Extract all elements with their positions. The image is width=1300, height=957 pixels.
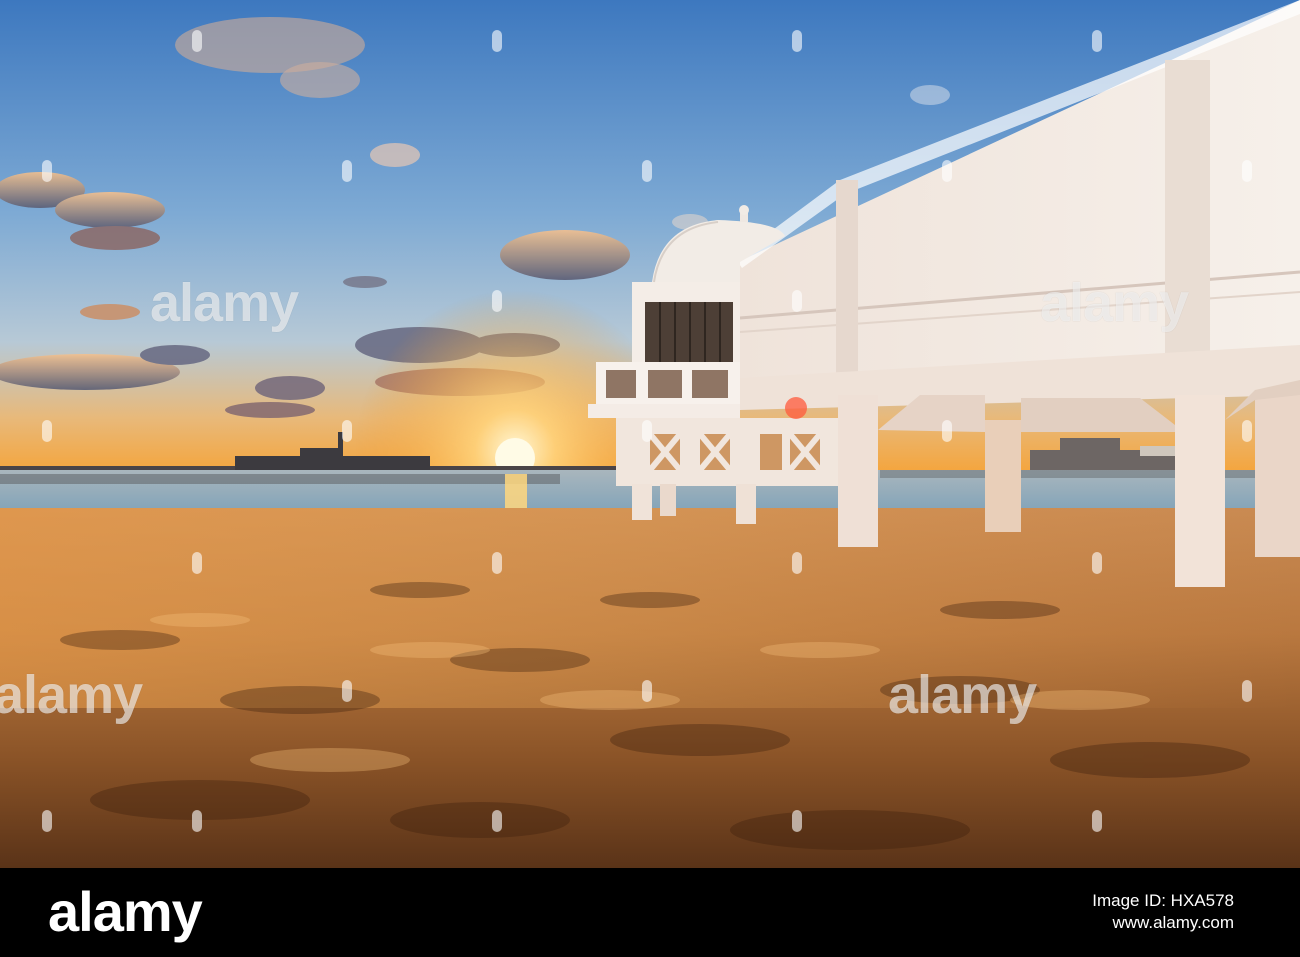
- watermark-mark: [642, 420, 652, 442]
- watermark-mark: [1092, 552, 1102, 574]
- watermark-mark: [342, 420, 352, 442]
- watermark-mark: [642, 680, 652, 702]
- watermark-mark: [642, 160, 652, 182]
- watermark-mark: [42, 810, 52, 832]
- watermark-mark: [1242, 420, 1252, 442]
- watermark-mark: [792, 30, 802, 52]
- watermark-mark: [792, 290, 802, 312]
- image-id: Image ID: HXA578: [1092, 891, 1234, 910]
- watermark-mark: [492, 552, 502, 574]
- watermark-mark: [342, 680, 352, 702]
- watermark-mark: [342, 160, 352, 182]
- watermark-mark: [42, 160, 52, 182]
- watermark-right: alamy: [1040, 273, 1189, 333]
- alamy-logo[interactable]: alamy: [48, 884, 203, 940]
- watermark-mark: [792, 552, 802, 574]
- watermark-mark: [192, 552, 202, 574]
- site-link[interactable]: www.alamy.com: [1092, 912, 1234, 934]
- watermark-mark: [192, 810, 202, 832]
- watermark-bottom-right: alamy: [888, 665, 1037, 725]
- footer-bar: alamy Image ID: HXA578 www.alamy.com: [0, 868, 1300, 957]
- watermark-mark: [192, 30, 202, 52]
- watermark-mark: [942, 160, 952, 182]
- image-meta: Image ID: HXA578 www.alamy.com: [1092, 890, 1234, 934]
- watermark-mark: [1242, 160, 1252, 182]
- watermark-mark: [1242, 680, 1252, 702]
- watermark-mark: [492, 290, 502, 312]
- watermark-mark: [492, 810, 502, 832]
- watermark-mark: [1092, 810, 1102, 832]
- photo: alamy alamy alamy alamy: [0, 0, 1300, 868]
- watermark-mark: [492, 30, 502, 52]
- watermark-mark: [42, 420, 52, 442]
- lens-flare: [785, 397, 807, 419]
- watermark-mark: [942, 420, 952, 442]
- watermark-bottom-left: alamy: [0, 665, 143, 725]
- watermark-left: alamy: [150, 273, 299, 333]
- watermark-mark: [792, 810, 802, 832]
- watermark-mark: [1092, 30, 1102, 52]
- sun-reflection: [505, 474, 527, 508]
